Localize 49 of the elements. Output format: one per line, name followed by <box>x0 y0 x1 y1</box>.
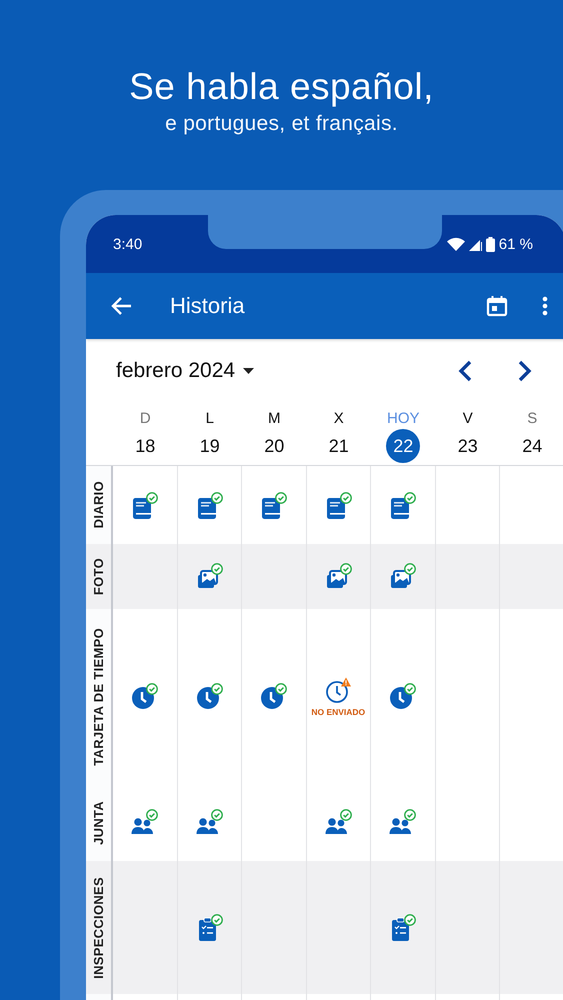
clock-check-icon[interactable] <box>130 682 160 711</box>
people-check-icon[interactable] <box>194 808 224 837</box>
calendar-icon <box>486 295 508 317</box>
calendar-cell[interactable]: NO ENVIADO <box>306 609 371 784</box>
day-number[interactable]: 20 <box>257 429 292 463</box>
chevron-left-icon <box>458 360 472 382</box>
more-icon <box>542 296 548 316</box>
day-number[interactable]: 22 <box>386 429 420 463</box>
row-label: INSPECCIONES <box>91 876 106 978</box>
book-check-icon[interactable] <box>259 490 288 520</box>
battery-icon <box>486 236 495 252</box>
row-label: JUNTA <box>91 800 106 844</box>
weekday-label: M <box>267 409 282 427</box>
weekday-label: HOY <box>386 409 420 427</box>
people-check-icon[interactable] <box>388 808 418 837</box>
day-number[interactable]: 21 <box>322 429 356 463</box>
signal-icon <box>468 238 482 250</box>
subheadline: e portugues, et français. <box>165 111 398 137</box>
day-number[interactable]: 23 <box>450 429 485 463</box>
clock-warning-icon[interactable] <box>324 676 353 705</box>
chevron-right-icon <box>518 360 532 382</box>
people-check-icon[interactable] <box>130 808 160 837</box>
weekday-label: V <box>462 409 474 427</box>
caret-icon <box>243 368 254 374</box>
clock-check-icon[interactable] <box>259 682 288 711</box>
weekday-label: S <box>526 409 538 427</box>
screen-title: Historia <box>170 293 246 319</box>
weekday-label: D <box>138 409 152 427</box>
status-note: NO ENVIADO <box>311 707 366 717</box>
row-label: DIARIO <box>91 481 106 529</box>
book-check-icon[interactable] <box>388 490 418 520</box>
wifi-icon <box>446 237 465 251</box>
day-number[interactable]: 19 <box>192 429 227 463</box>
status-time: 3:40 <box>113 236 142 252</box>
weekday-label: X <box>332 409 345 427</box>
people-check-icon[interactable] <box>324 808 353 837</box>
clock-check-icon[interactable] <box>388 682 418 711</box>
book-check-icon[interactable] <box>130 490 160 520</box>
row-label: TARJETA DE TIEMPO <box>91 628 106 766</box>
row-label: FOTO <box>91 558 106 596</box>
clock-check-icon[interactable] <box>194 682 224 711</box>
photos-check-icon[interactable] <box>388 562 418 591</box>
day-number[interactable]: 24 <box>515 429 550 463</box>
back-arrow-icon <box>110 296 132 316</box>
battery-percentage: 61 % <box>498 236 533 252</box>
headline: Se habla español, <box>129 65 434 109</box>
month-dropdown[interactable]: febrero 2024 <box>116 359 454 383</box>
day-number[interactable]: 18 <box>128 429 162 463</box>
weekday-label: L <box>204 409 215 427</box>
